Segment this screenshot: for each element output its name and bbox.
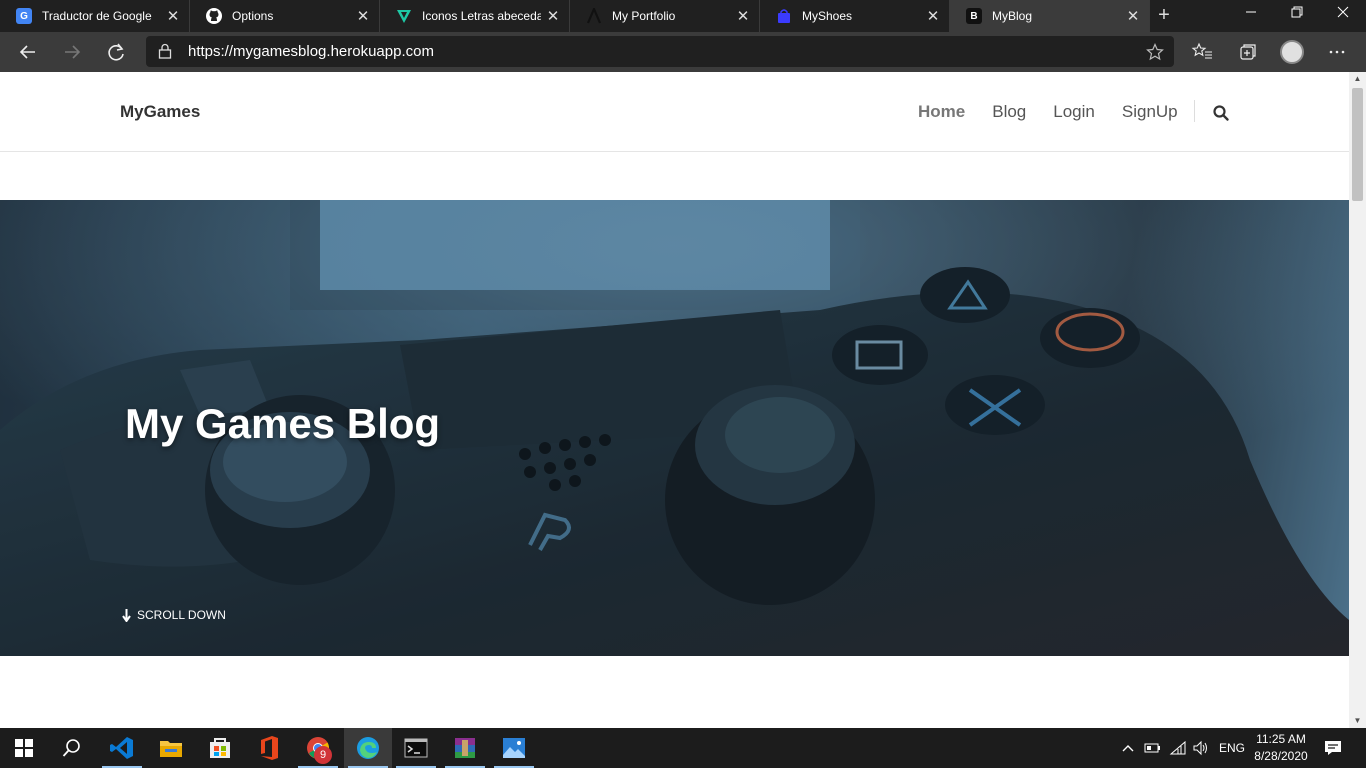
- start-icon: [15, 739, 33, 757]
- vscode-icon: [110, 737, 133, 759]
- tab-options[interactable]: Options ✕: [190, 0, 380, 32]
- nav-blog[interactable]: Blog: [992, 102, 1026, 122]
- github-icon: [206, 8, 222, 24]
- terminal-icon: [404, 738, 428, 758]
- system-clock[interactable]: 11:25 AM 8/28/2020: [1246, 731, 1316, 765]
- battery-indicator[interactable]: [1144, 728, 1162, 768]
- minimize-button[interactable]: [1228, 0, 1274, 32]
- chrome-notification-badge: 9: [314, 746, 332, 764]
- chevron-up-icon: [1122, 745, 1134, 752]
- search-icon[interactable]: [1212, 104, 1230, 122]
- winrar-icon: [455, 738, 475, 758]
- favorites-icon[interactable]: [1188, 38, 1218, 66]
- scrollbar-thumb[interactable]: [1352, 88, 1363, 201]
- nav-links: Home Blog Login SignUp: [918, 102, 1178, 122]
- lock-icon: [158, 43, 172, 59]
- start-button[interactable]: [0, 728, 48, 768]
- office-icon: [261, 736, 278, 760]
- arrow-down-icon: [122, 608, 131, 622]
- store-icon: [210, 738, 230, 758]
- close-window-button[interactable]: [1320, 0, 1366, 32]
- page-viewport: MyGames Home Blog Login SignUp My Games …: [0, 72, 1349, 728]
- tab-myshoes[interactable]: MyShoes ✕: [760, 0, 950, 32]
- back-button[interactable]: [13, 38, 43, 66]
- wifi-icon: [1169, 740, 1186, 755]
- tab-label: My Portfolio: [612, 9, 676, 23]
- new-tab-button[interactable]: +: [1152, 4, 1176, 28]
- tab-label: Iconos Letras abecedario: [422, 9, 541, 23]
- photos-icon: [503, 738, 525, 758]
- taskbar-terminal[interactable]: [392, 728, 440, 768]
- favorite-star-icon[interactable]: [1146, 43, 1164, 61]
- nav-signup[interactable]: SignUp: [1122, 102, 1178, 122]
- site-brand[interactable]: MyGames: [120, 102, 200, 122]
- close-tab-icon[interactable]: ✕: [921, 7, 945, 25]
- tab-myblog[interactable]: B MyBlog ✕: [950, 0, 1150, 32]
- vuetify-icon: [396, 8, 412, 24]
- forward-button[interactable]: [57, 38, 87, 66]
- google-translate-icon: G: [16, 8, 32, 24]
- taskbar-winrar[interactable]: [441, 728, 489, 768]
- search-icon: [62, 739, 80, 757]
- collections-icon[interactable]: [1232, 38, 1262, 66]
- restore-button[interactable]: [1274, 0, 1320, 32]
- language-indicator[interactable]: ENG: [1219, 728, 1245, 768]
- taskbar-file-explorer[interactable]: [147, 728, 195, 768]
- battery-icon: [1144, 743, 1160, 753]
- more-menu-icon[interactable]: [1322, 38, 1352, 66]
- nav-home[interactable]: Home: [918, 102, 965, 122]
- clock-time: 11:25 AM: [1256, 732, 1306, 746]
- taskbar-photos[interactable]: [490, 728, 538, 768]
- close-tab-icon[interactable]: ✕: [541, 7, 565, 25]
- tab-iconos[interactable]: Iconos Letras abecedario ✕: [380, 0, 570, 32]
- nav-login[interactable]: Login: [1053, 102, 1095, 122]
- browser-tab-bar: G Traductor de Google ✕ Options ✕ Iconos…: [0, 0, 1366, 32]
- taskbar-office[interactable]: [245, 728, 293, 768]
- tab-label: MyBlog: [992, 9, 1033, 23]
- close-tab-icon[interactable]: ✕: [731, 7, 755, 25]
- tab-portfolio[interactable]: My Portfolio ✕: [570, 0, 760, 32]
- browser-toolbar: https://mygamesblog.herokuapp.com: [0, 32, 1366, 72]
- tab-traductor[interactable]: G Traductor de Google ✕: [0, 0, 190, 32]
- scroll-up-arrow-icon[interactable]: ▲: [1349, 72, 1366, 86]
- action-center-button[interactable]: [1324, 728, 1342, 768]
- hero-title: My Games Blog: [125, 400, 441, 447]
- address-bar[interactable]: https://mygamesblog.herokuapp.com: [146, 36, 1174, 67]
- notification-icon: [1325, 741, 1341, 755]
- windows-taskbar: ENG 11:25 AM 8/28/2020: [0, 728, 1366, 768]
- site-navbar: MyGames Home Blog Login SignUp: [0, 72, 1349, 152]
- taskbar-edge[interactable]: [344, 728, 392, 768]
- tab-label: Options: [232, 9, 274, 23]
- close-tab-icon[interactable]: ✕: [351, 7, 375, 25]
- network-indicator[interactable]: [1169, 728, 1187, 768]
- close-tab-icon[interactable]: ✕: [1121, 7, 1145, 25]
- clock-date: 8/28/2020: [1254, 749, 1308, 763]
- profile-avatar[interactable]: [1280, 40, 1304, 64]
- edge-icon: [357, 737, 379, 759]
- taskbar-search[interactable]: [48, 728, 96, 768]
- file-explorer-icon: [160, 741, 182, 757]
- tab-label: MyShoes: [802, 9, 853, 23]
- taskbar-vscode[interactable]: [98, 728, 146, 768]
- shopping-bag-icon: [776, 8, 792, 24]
- page-scrollbar[interactable]: ▲ ▼: [1349, 72, 1366, 728]
- scroll-down-link[interactable]: SCROLL DOWN: [122, 608, 226, 622]
- show-hidden-icons[interactable]: [1120, 728, 1136, 768]
- taskbar-store[interactable]: [196, 728, 244, 768]
- scroll-down-label: SCROLL DOWN: [137, 608, 226, 622]
- close-tab-icon[interactable]: ✕: [161, 7, 185, 25]
- volume-icon: [1193, 740, 1207, 756]
- volume-indicator[interactable]: [1192, 728, 1210, 768]
- bootstrap-b-icon: B: [966, 8, 982, 24]
- portfolio-a-icon: [586, 8, 602, 24]
- url-text[interactable]: https://mygamesblog.herokuapp.com: [188, 43, 434, 60]
- hero-section: My Games Blog SCROLL DOWN: [0, 200, 1349, 656]
- nav-divider: [1194, 100, 1195, 122]
- scroll-down-arrow-icon[interactable]: ▼: [1349, 714, 1366, 728]
- tab-label: Traductor de Google: [42, 9, 152, 23]
- refresh-button[interactable]: [101, 38, 131, 66]
